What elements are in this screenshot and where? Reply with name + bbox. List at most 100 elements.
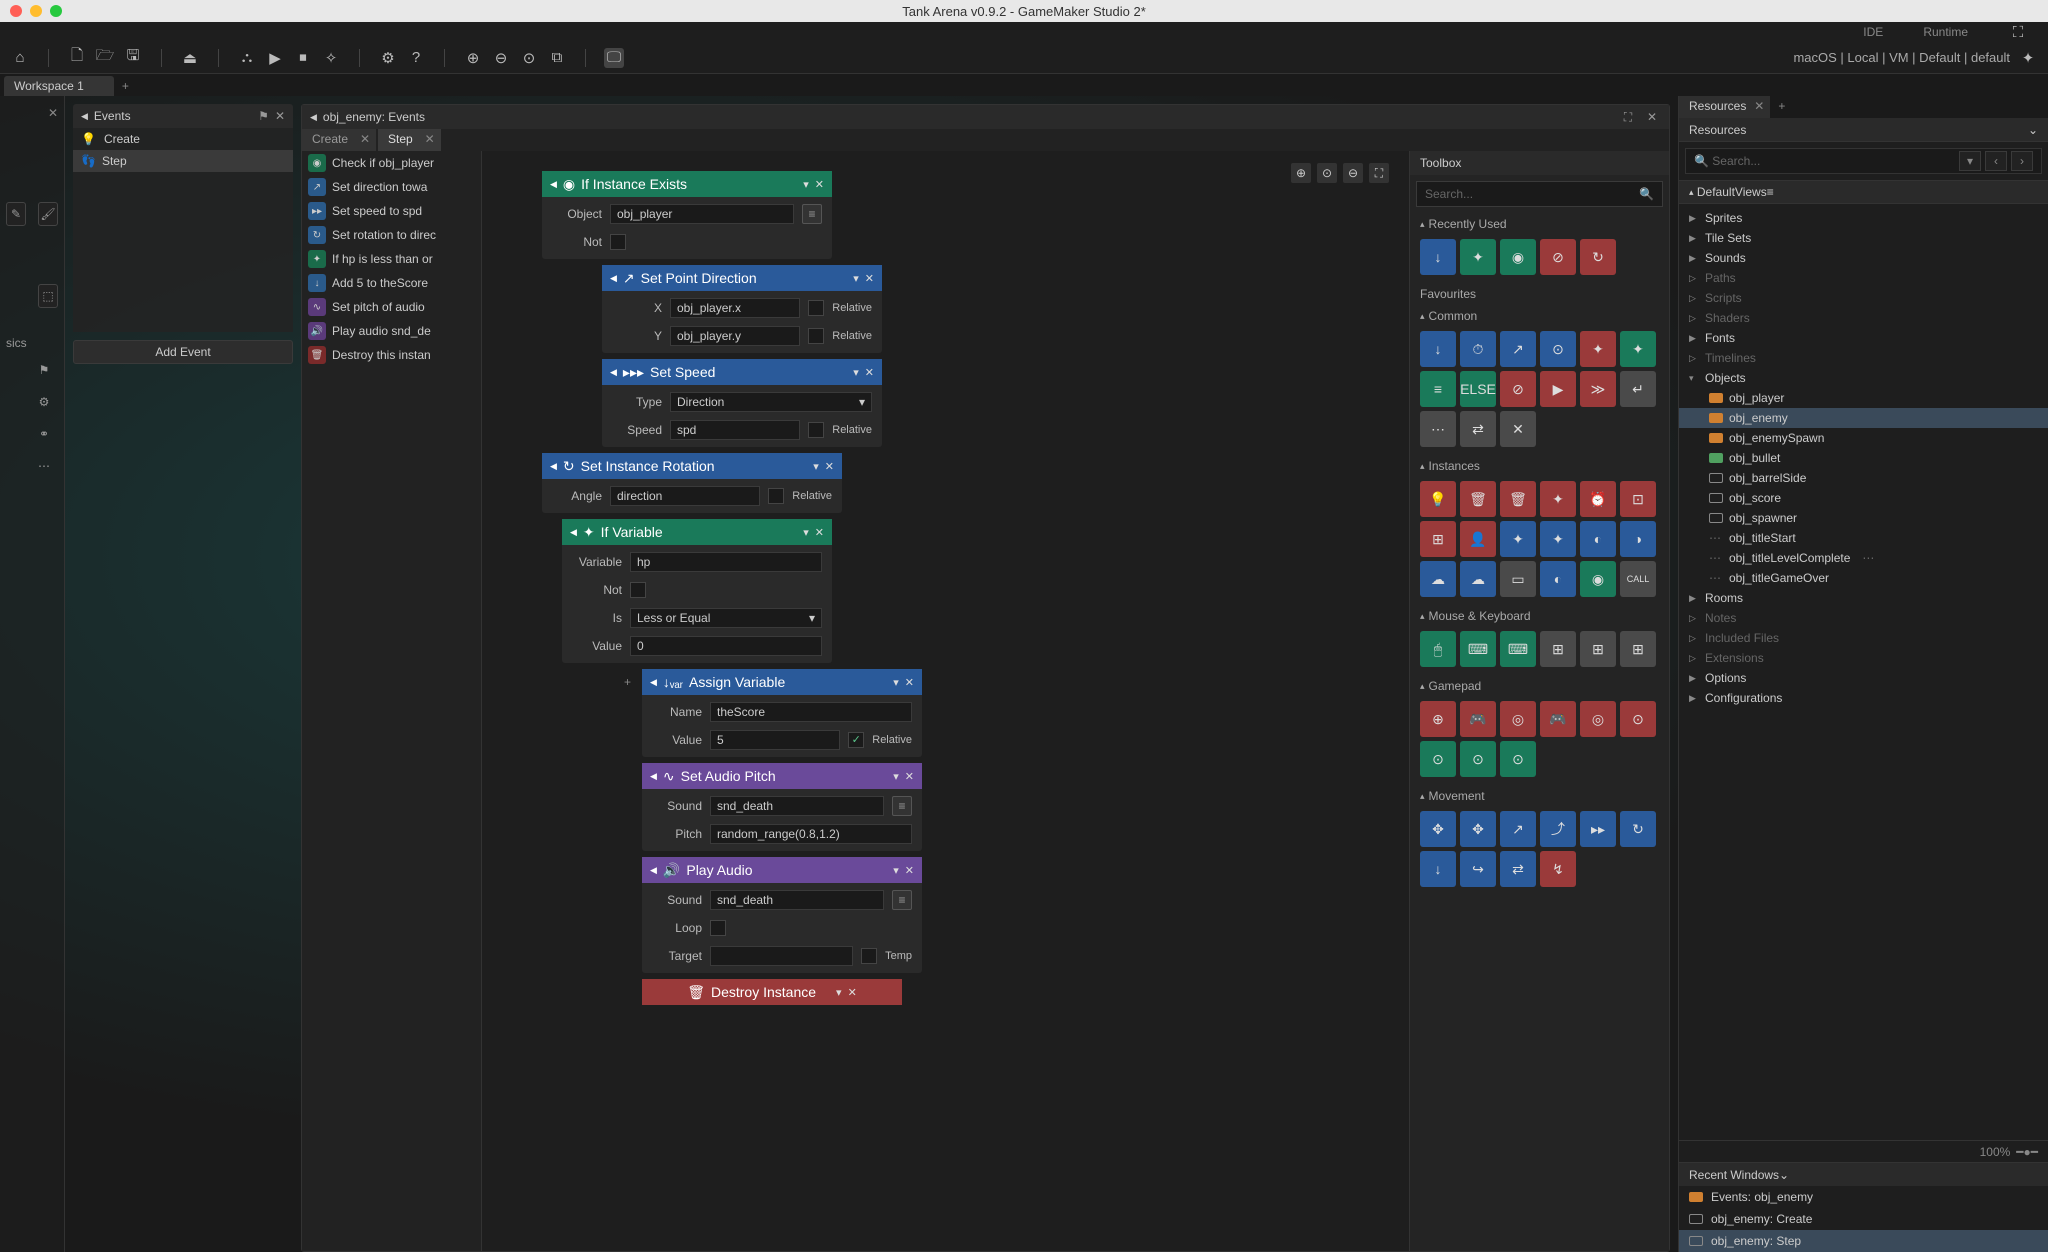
tool-tile[interactable]: ⊕ (1420, 701, 1456, 737)
workspace-tab[interactable]: Workspace 1 (4, 76, 114, 96)
folder-rooms[interactable]: ▶Rooms (1679, 588, 2048, 608)
tool-tile[interactable]: ◑ (1620, 521, 1656, 557)
action-row[interactable]: ↗Set direction towa (302, 175, 481, 199)
tool-tile[interactable]: ⊙ (1620, 701, 1656, 737)
object-item[interactable]: obj_barrelSide (1679, 468, 2048, 488)
tool-tile[interactable]: ↗ (1500, 331, 1536, 367)
type-dropdown[interactable]: Direction (670, 392, 872, 412)
action-row[interactable]: 🔊Play audio snd_de (302, 319, 481, 343)
tool-tile[interactable]: ✥ (1460, 811, 1496, 847)
node-set-audio-pitch[interactable]: ◀∿Set Audio Pitch▾✕ Soundsnd_death≡ Pitc… (642, 763, 922, 851)
default-group[interactable]: Default (1697, 185, 1735, 199)
gears-icon[interactable]: ⚙ (30, 390, 58, 414)
section-movement[interactable]: Movement (1429, 789, 1485, 803)
relative-checkbox[interactable] (768, 488, 784, 504)
zoom-in-icon[interactable]: ⊕ (463, 48, 483, 68)
object-item[interactable]: ⋯obj_titleLevelComplete⋯ (1679, 548, 2048, 568)
object-item[interactable]: ⋯obj_titleGameOver (1679, 568, 2048, 588)
more-icon[interactable]: ⋯ (30, 454, 58, 478)
folder-config[interactable]: ▶Configurations (1679, 688, 2048, 708)
resources-search-input[interactable]: 🔍 Search... ▾ ‹ › (1685, 148, 2042, 174)
section-mouse-keyboard[interactable]: Mouse & Keyboard (1429, 609, 1531, 623)
action-row[interactable]: ↓Add 5 to theScore (302, 271, 481, 295)
tool-tile[interactable]: ▭ (1500, 561, 1536, 597)
layout-icon[interactable]: ⧉ (547, 48, 567, 68)
views-label[interactable]: Views (1735, 185, 1767, 199)
target-icon[interactable]: ✦ (2018, 48, 2038, 68)
object-item[interactable]: obj_enemy (1679, 408, 2048, 428)
action-row[interactable]: ✦If hp is less than or (302, 247, 481, 271)
tool-tile[interactable]: ≫ (1580, 371, 1616, 407)
folder-shaders[interactable]: ▷Shaders (1679, 308, 2048, 328)
tool-tile[interactable]: ⊘ (1540, 239, 1576, 275)
tool-tile[interactable]: ≡ (1420, 371, 1456, 407)
section-favourites[interactable]: Favourites (1420, 287, 1476, 301)
tool-tile[interactable]: ⏱ (1460, 331, 1496, 367)
toolbox-search-input[interactable]: Search...🔍 (1416, 181, 1663, 207)
open-file-icon[interactable]: 🗁 (95, 48, 115, 68)
tool-tile[interactable]: ◐ (1540, 561, 1576, 597)
close-icon[interactable]: ✕ (48, 106, 58, 120)
folder-timelines[interactable]: ▷Timelines (1679, 348, 2048, 368)
sound-input[interactable]: snd_death (710, 796, 884, 816)
y-input[interactable]: obj_player.y (670, 326, 800, 346)
tool-tile[interactable]: ⌨ (1460, 631, 1496, 667)
tool-tile[interactable]: 💡 (1420, 481, 1456, 517)
variable-input[interactable]: hp (630, 552, 822, 572)
action-row[interactable]: 🗑Destroy this instan (302, 343, 481, 367)
tool-tile[interactable]: ↻ (1580, 239, 1616, 275)
speed-input[interactable]: spd (670, 420, 800, 440)
tool-tile[interactable]: ◉ (1500, 239, 1536, 275)
add-workspace-button[interactable]: + (114, 76, 137, 96)
tool-tile[interactable]: 🗑 (1460, 481, 1496, 517)
tool-tile[interactable]: ⊙ (1540, 331, 1576, 367)
tool-tile[interactable]: ▸▸ (1580, 811, 1616, 847)
fit-icon[interactable]: ⛶ (1369, 163, 1389, 183)
tool-tile[interactable]: ☁ (1460, 561, 1496, 597)
node-assign-variable[interactable]: + ◀↓ᵥₐᵣAssign Variable▾✕ NametheScore Va… (642, 669, 922, 757)
save-icon[interactable]: 🖫 (123, 48, 143, 68)
maximize-icon[interactable]: ⛶ (1619, 108, 1637, 126)
minimize-window-button[interactable] (30, 5, 42, 17)
tool-tile[interactable]: 🗑 (1500, 481, 1536, 517)
action-row[interactable]: ▸▸Set speed to spd (302, 199, 481, 223)
target-label[interactable]: macOS | Local | VM | Default | default (1793, 50, 2010, 65)
tool-tile[interactable]: CALL (1620, 561, 1656, 597)
node-if-instance-exists[interactable]: ◀◉If Instance Exists▾✕ Objectobj_player≡… (542, 171, 832, 259)
node-if-variable[interactable]: ◀✦If Variable▾✕ Variablehp Not IsLess or… (562, 519, 832, 663)
folder-tilesets[interactable]: ▶Tile Sets (1679, 228, 2048, 248)
value-input[interactable]: 5 (710, 730, 840, 750)
stop-icon[interactable]: ⏹ (293, 48, 313, 68)
run-icon[interactable]: ▶ (265, 48, 285, 68)
recent-item[interactable]: obj_enemy: Create (1679, 1208, 2048, 1230)
editor-tab-create[interactable]: Create✕ (302, 129, 376, 151)
tool-tile[interactable]: ⊞ (1540, 631, 1576, 667)
add-node-handle[interactable]: + (624, 675, 631, 689)
tool-tile[interactable]: ✦ (1580, 331, 1616, 367)
node-set-speed[interactable]: ◀▸▸▸Set Speed▾✕ TypeDirection SpeedspdRe… (602, 359, 882, 447)
close-icon[interactable]: ✕ (1643, 108, 1661, 126)
tool-tile[interactable]: ✕ (1500, 411, 1536, 447)
dnd-canvas[interactable]: ⊕ ⊙ ⊖ ⛶ ◀◉If Instance Exists▾✕ Objectobj… (482, 151, 1409, 1251)
object-item[interactable]: obj_spawner (1679, 508, 2048, 528)
folder-fonts[interactable]: ▶Fonts (1679, 328, 2048, 348)
tool-tile[interactable]: 👤 (1460, 521, 1496, 557)
close-icon[interactable]: ✕ (360, 132, 370, 146)
tool-tile[interactable]: ⊙ (1420, 741, 1456, 777)
tool-tile[interactable]: ↵ (1620, 371, 1656, 407)
x-input[interactable]: obj_player.x (670, 298, 800, 318)
folder-included[interactable]: ▷Included Files (1679, 628, 2048, 648)
brush-tool-icon[interactable]: 🖌 (38, 202, 58, 226)
node-set-rotation[interactable]: ◀↻Set Instance Rotation▾✕ Angledirection… (542, 453, 842, 513)
tool-tile[interactable]: ↓ (1420, 239, 1456, 275)
browse-icon[interactable]: ≡ (892, 796, 912, 816)
zoom-out-icon[interactable]: ⊖ (491, 48, 511, 68)
tool-tile[interactable]: ✥ (1420, 811, 1456, 847)
close-window-button[interactable] (10, 5, 22, 17)
folder-extensions[interactable]: ▷Extensions (1679, 648, 2048, 668)
angle-input[interactable]: direction (610, 486, 760, 506)
object-item[interactable]: obj_enemySpawn (1679, 428, 2048, 448)
loop-checkbox[interactable] (710, 920, 726, 936)
home-icon[interactable]: ⌂ (10, 48, 30, 68)
menu-icon[interactable]: ≡ (1767, 185, 1774, 199)
